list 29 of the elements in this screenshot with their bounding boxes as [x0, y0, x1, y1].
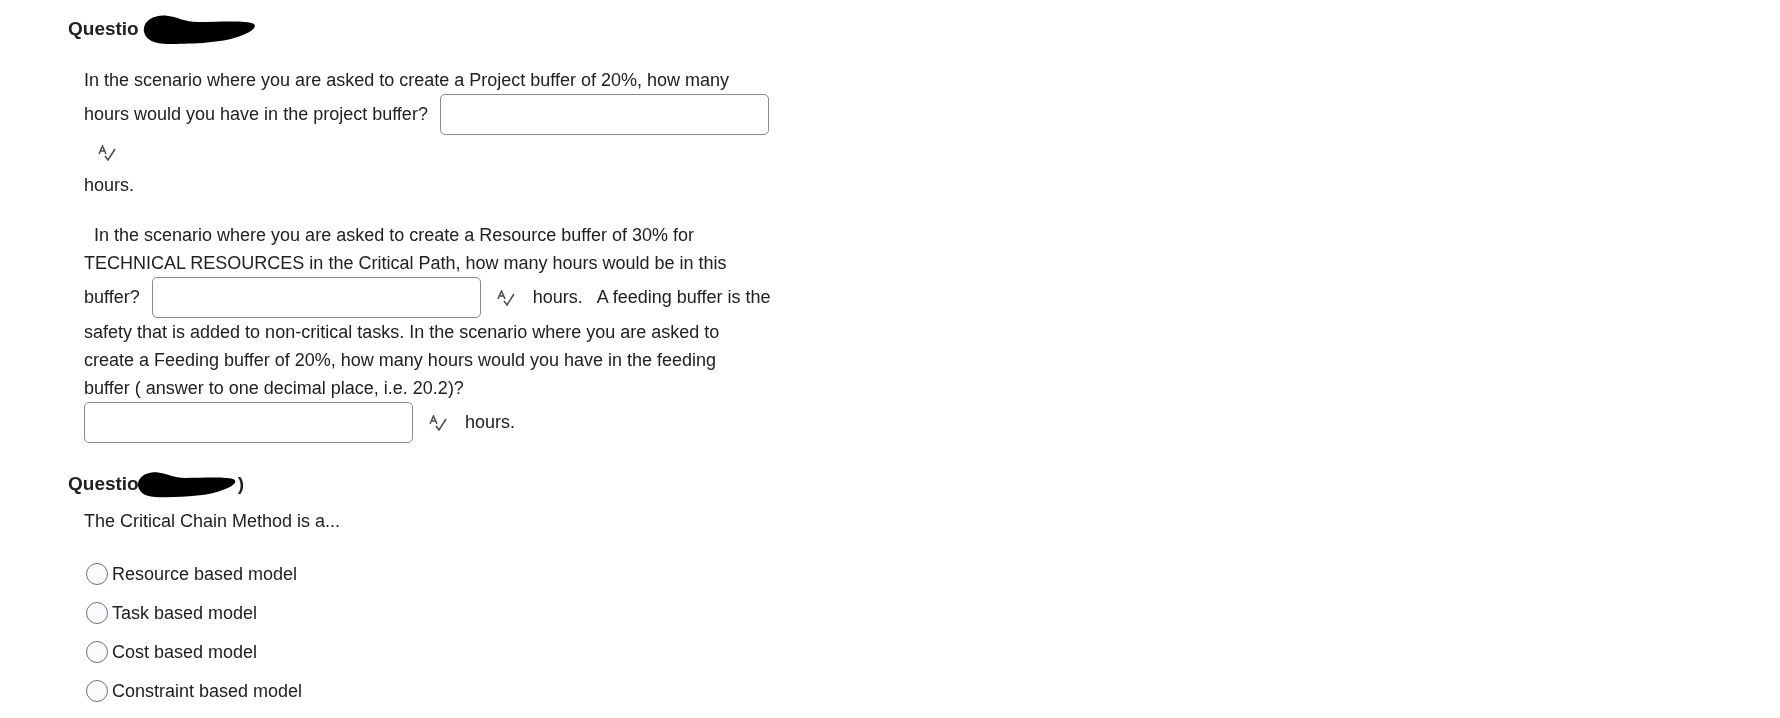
question-text: The Critical Chain Method is a... [84, 510, 341, 532]
question-text: hours. A feeding buffer is the [532, 287, 771, 308]
radio-button[interactable] [86, 641, 108, 663]
radio-button[interactable] [86, 563, 108, 585]
spellcheck-icon[interactable] [429, 414, 447, 431]
question-text: buffer ( answer to one decimal place, i.e. 20.2)? [84, 377, 464, 399]
answer-field[interactable] [151, 277, 481, 318]
spellcheck-icon[interactable] [496, 289, 515, 306]
option-label[interactable]: Task based model [112, 602, 258, 624]
option-label[interactable]: Constraint based model [112, 680, 303, 702]
question-heading-tail: ) [237, 473, 245, 495]
question-heading: Questio [68, 18, 139, 40]
question-text: buffer? [84, 287, 140, 308]
answer-field[interactable] [439, 94, 769, 135]
question-text: hours would you have in the project buffer? [84, 104, 428, 125]
question-text: TECHNICAL RESOURCES in the Critical Path, how many hours would be in this [84, 252, 727, 274]
option-label[interactable]: Cost based model [112, 641, 258, 663]
radio-button[interactable] [86, 680, 108, 702]
answer-field[interactable] [84, 402, 413, 443]
question-text: hours. [84, 174, 135, 196]
question-text: In the scenario where you are asked to create a Resource buffer of 30% for [93, 224, 694, 246]
option-label[interactable]: Resource based model [112, 563, 298, 585]
question-text: create a Feeding buffer of 20%, how many hours would you have in the feeding [84, 349, 717, 371]
radio-button[interactable] [86, 602, 108, 624]
question-text: safety that is added to non-critical tasks. In the scenario where you are asked to [84, 321, 720, 343]
spellcheck-icon[interactable] [98, 145, 116, 161]
question-heading: Questio [68, 473, 139, 495]
question-text: In the scenario where you are asked to create a Project buffer of 20%, how many [84, 69, 730, 91]
question-text: hours. [465, 412, 516, 433]
